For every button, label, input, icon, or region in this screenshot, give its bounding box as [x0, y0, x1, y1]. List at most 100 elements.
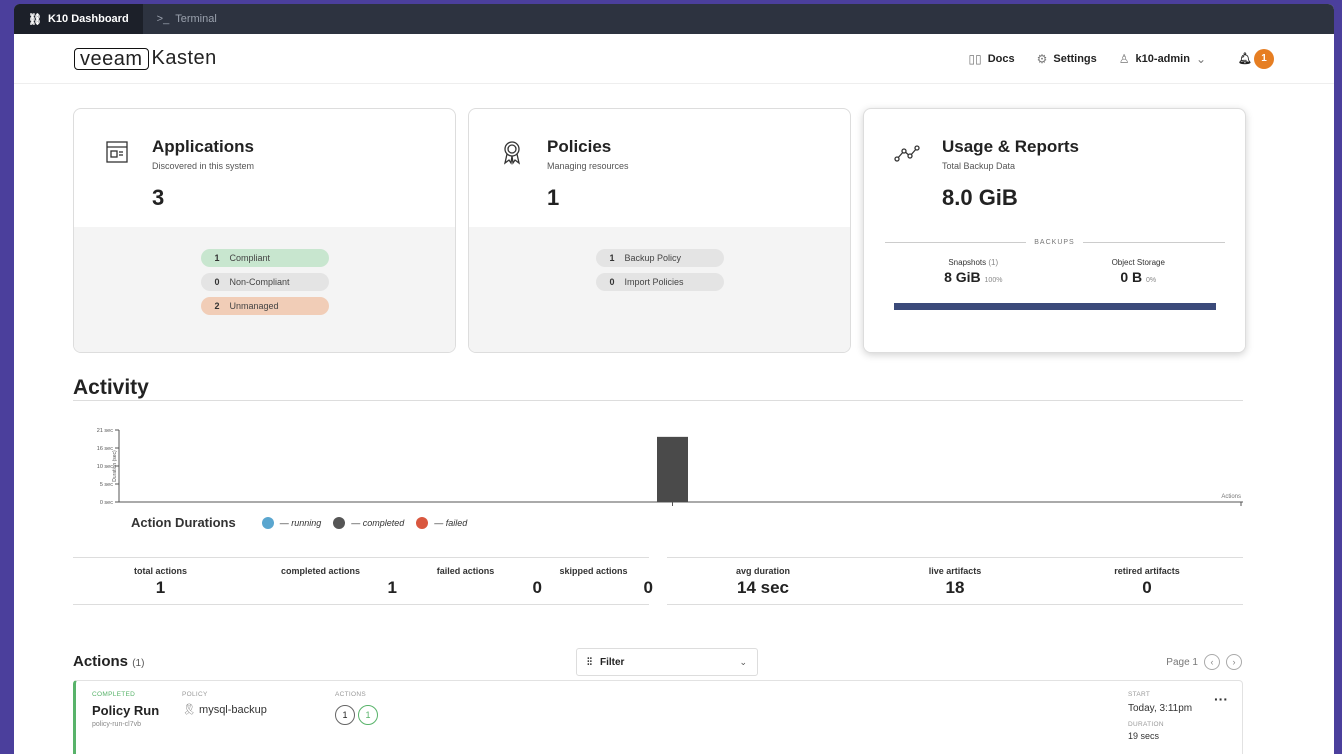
activity-title: Activity: [73, 376, 149, 399]
pill-backup-policy[interactable]: 1 Backup Policy: [595, 249, 724, 267]
tab-bar: ⛓ K10 Dashboard >_ Terminal: [14, 4, 1334, 34]
stat-live-artifacts: live artifacts 18: [859, 558, 1051, 604]
pill-import-policies[interactable]: 0 Import Policies: [595, 273, 724, 291]
card-title: Usage & Reports: [942, 137, 1079, 156]
pill-count: 1: [609, 253, 615, 263]
action-count-completed: 1: [358, 705, 378, 725]
y-tick-label: 16 sec: [97, 446, 113, 452]
more-options-button[interactable]: ···: [1214, 691, 1228, 707]
snapshots-value: 8 GiB: [944, 269, 981, 285]
notification-badge: 1: [1254, 48, 1274, 69]
link-icon: ⛓: [28, 13, 42, 26]
header-nav: ▯▯ Docs ⚙ Settings ♙ k10-admin ⌄ 🔔︎ 1: [968, 48, 1274, 69]
activity-stats: total actions 1 completed actions 1 fail…: [73, 557, 1243, 605]
settings-label: Settings: [1053, 52, 1097, 65]
divider: [73, 400, 1243, 401]
user-icon: ♙: [1118, 51, 1130, 66]
object-storage-stat: Object Storage 0 B 0%: [1112, 258, 1165, 285]
stat-avg-duration: avg duration 14 sec: [667, 558, 859, 604]
policy-name[interactable]: 🎗︎ mysql-backup: [182, 703, 267, 716]
backups-label: BACKUPS: [1034, 239, 1075, 246]
summary-cards: Applications Discovered in this system 3…: [73, 108, 1246, 353]
next-page-button[interactable]: ›: [1226, 654, 1242, 670]
object-storage-value: 0 B: [1120, 269, 1143, 285]
bell-icon: 🔔︎: [1238, 53, 1252, 65]
pill-count: 2: [214, 301, 220, 311]
settings-link[interactable]: ⚙ Settings: [1037, 52, 1097, 66]
pill-compliant[interactable]: 1 Compliant: [200, 249, 329, 267]
action-id: policy-run-cl7vb: [92, 721, 142, 728]
prev-page-button[interactable]: ‹: [1204, 654, 1220, 670]
snapshots-count: (1): [988, 258, 999, 267]
logo[interactable]: veeam Kasten: [74, 47, 217, 70]
y-tick-label: 21 sec: [97, 428, 113, 434]
logo-veeam: veeam: [74, 47, 149, 70]
stat-value: 14 sec: [737, 578, 789, 597]
stat-label: failed actions: [436, 566, 495, 576]
pill-non-compliant[interactable]: 0 Non-Compliant: [200, 273, 329, 291]
tab-k10-dashboard[interactable]: ⛓ K10 Dashboard: [14, 4, 143, 34]
stat-label: total actions: [133, 566, 187, 576]
stat-total-actions: total actions 1: [73, 558, 248, 604]
legend-title: Action Durations: [131, 515, 236, 530]
filter-icon: ⫶⫶: [587, 656, 592, 668]
usage-bar: [893, 303, 1216, 310]
card-subtitle: Total Backup Data: [942, 161, 1016, 171]
action-count-total: 1: [335, 705, 355, 725]
stat-skipped-actions: skipped actions 0: [538, 558, 653, 604]
user-menu[interactable]: ♙ k10-admin ⌄: [1119, 52, 1206, 66]
actions-title-text: Actions: [73, 653, 129, 670]
applications-card[interactable]: Applications Discovered in this system 3…: [73, 108, 456, 353]
backups-divider: BACKUPS: [884, 239, 1225, 246]
gear-icon: ⚙: [1036, 51, 1048, 66]
y-tick-label: 10 sec: [97, 464, 113, 470]
object-storage-label: Object Storage: [1111, 258, 1165, 267]
card-subtitle: Discovered in this system: [152, 161, 255, 171]
pill-unmanaged[interactable]: 2 Unmanaged: [200, 297, 329, 315]
pill-label: Unmanaged: [229, 301, 279, 311]
snapshots-label: Snapshots: [948, 258, 987, 267]
pill-label: Non-Compliant: [229, 277, 290, 287]
action-row[interactable]: COMPLETED Policy Run policy-run-cl7vb PO…: [73, 680, 1243, 754]
policy-label: POLICY: [182, 691, 208, 698]
stats-left: total actions 1 completed actions 1 fail…: [73, 557, 653, 605]
start-value: Today, 3:11pm: [1128, 703, 1193, 714]
card-subtitle: Managing resources: [547, 161, 629, 171]
legend-dot-completed: [333, 516, 346, 529]
tab-terminal[interactable]: >_ Terminal: [143, 4, 231, 34]
object-storage-pct: 0%: [1146, 277, 1157, 284]
book-icon: ▯▯: [968, 51, 982, 66]
trend-line-icon: [894, 145, 920, 162]
pill-count: 0: [609, 277, 615, 287]
notifications-button[interactable]: 🔔︎ 1: [1238, 48, 1274, 69]
pagination: Page 1 ‹ ›: [1166, 654, 1242, 670]
y-tick-label: 5 sec: [100, 482, 113, 488]
pill-count: 0: [214, 277, 220, 287]
legend-failed: — failed: [434, 517, 468, 528]
user-label: k10-admin: [1135, 52, 1190, 65]
action-status: COMPLETED: [92, 691, 136, 698]
stat-completed-actions: completed actions 1: [248, 558, 397, 604]
page-label: Page 1: [1166, 656, 1198, 668]
usage-reports-card[interactable]: Usage & Reports Total Backup Data 8.0 Gi…: [863, 108, 1246, 353]
logo-kasten: Kasten: [151, 47, 217, 69]
ribbon-award-icon: [503, 141, 521, 165]
ribbon-icon: 🎗︎: [182, 704, 196, 716]
stat-label: skipped actions: [559, 566, 628, 576]
action-name: Policy Run: [92, 703, 160, 718]
card-title: Applications: [152, 137, 255, 156]
filter-dropdown[interactable]: ⫶⫶ Filter ⌄: [576, 648, 758, 676]
snapshots-stat: Snapshots (1) 8 GiB 100%: [944, 258, 1002, 285]
pill-label: Backup Policy: [624, 253, 682, 263]
stat-value: 18: [945, 578, 965, 597]
policies-card[interactable]: Policies Managing resources 1 1 Backup Po…: [468, 108, 851, 353]
pill-label: Compliant: [229, 253, 271, 263]
y-tick-label: 0 sec: [100, 500, 113, 506]
application-window-icon: [106, 141, 128, 163]
docs-link[interactable]: ▯▯ Docs: [968, 52, 1014, 66]
stat-retired-artifacts: retired artifacts 0: [1051, 558, 1243, 604]
stat-label: retired artifacts: [1114, 566, 1180, 576]
card-title: Policies: [547, 137, 612, 156]
stats-right: avg duration 14 sec live artifacts 18 re…: [667, 557, 1243, 605]
action-durations-chart: 21 sec 16 sec 10 sec 5 sec 0 sec Duration (se…: [97, 428, 1243, 506]
